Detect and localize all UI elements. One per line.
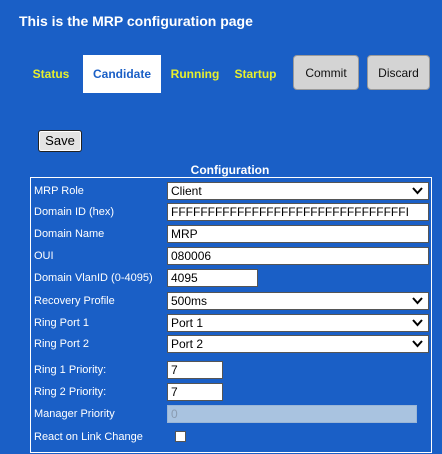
row-ring-port-1: Ring Port 1 Port 1 <box>31 314 431 335</box>
ring-1-priority-label: Ring 1 Priority: <box>34 364 107 376</box>
row-domain-vlan: Domain VlanID (0-4095) 4095 <box>31 269 431 290</box>
ring-port-2-value: Port 2 <box>171 337 204 351</box>
commit-button[interactable]: Commit <box>293 55 359 90</box>
ring-2-priority-label: Ring 2 Priority: <box>34 386 107 398</box>
chevron-down-icon <box>412 187 423 195</box>
mrp-role-value: Client <box>171 184 202 198</box>
react-on-link-change-checkbox[interactable] <box>175 431 186 442</box>
configuration-table: MRP Role Client Domain ID (hex) FFFFFFFF… <box>30 177 432 453</box>
oui-input[interactable]: 080006 <box>167 247 429 265</box>
mrp-role-select[interactable]: Client <box>167 182 429 200</box>
row-manager-priority: Manager Priority 0 <box>31 405 431 426</box>
recovery-profile-select[interactable]: 500ms <box>167 292 429 310</box>
ring-port-2-select[interactable]: Port 2 <box>167 335 429 353</box>
domain-vlan-label: Domain VlanID (0-4095) <box>34 272 153 284</box>
ring-port-1-label: Ring Port 1 <box>34 317 90 329</box>
react-on-link-change-label: React on Link Change <box>34 431 143 443</box>
ring-port-2-label: Ring Port 2 <box>34 338 90 350</box>
row-domain-name: Domain Name MRP <box>31 225 431 246</box>
manager-priority-input: 0 <box>167 405 417 423</box>
discard-button[interactable]: Discard <box>367 55 430 90</box>
tab-running[interactable]: Running <box>170 55 220 93</box>
ring-port-1-value: Port 1 <box>171 316 204 330</box>
domain-vlan-input[interactable]: 4095 <box>167 269 258 287</box>
recovery-profile-label: Recovery Profile <box>34 295 115 307</box>
tab-status[interactable]: Status <box>30 55 72 93</box>
domain-name-label: Domain Name <box>34 228 105 240</box>
ring-1-priority-input[interactable]: 7 <box>167 361 223 379</box>
page-title: This is the MRP configuration page <box>19 13 253 29</box>
tab-candidate[interactable]: Candidate <box>83 55 161 93</box>
ring-port-1-select[interactable]: Port 1 <box>167 314 429 332</box>
tab-startup[interactable]: Startup <box>233 55 278 93</box>
row-recovery-profile: Recovery Profile 500ms <box>31 292 431 313</box>
chevron-down-icon <box>412 297 423 305</box>
row-ring-2-priority: Ring 2 Priority: 7 <box>31 383 431 404</box>
row-mrp-role: MRP Role Client <box>31 182 431 203</box>
configuration-title: Configuration <box>190 163 270 177</box>
mrp-role-label: MRP Role <box>34 185 84 197</box>
manager-priority-label: Manager Priority <box>34 408 115 420</box>
recovery-profile-value: 500ms <box>171 294 208 308</box>
chevron-down-icon <box>412 340 423 348</box>
save-button[interactable]: Save <box>38 130 82 152</box>
row-oui: OUI 080006 <box>31 247 431 268</box>
chevron-down-icon <box>412 319 423 327</box>
domain-id-label: Domain ID (hex) <box>34 206 115 218</box>
domain-name-input[interactable]: MRP <box>167 225 429 243</box>
oui-label: OUI <box>34 250 54 262</box>
row-ring-port-2: Ring Port 2 Port 2 <box>31 335 431 356</box>
row-domain-id: Domain ID (hex) FFFFFFFFFFFFFFFFFFFFFFFF… <box>31 203 431 224</box>
ring-2-priority-input[interactable]: 7 <box>167 383 223 401</box>
row-ring-1-priority: Ring 1 Priority: 7 <box>31 361 431 382</box>
domain-id-input[interactable]: FFFFFFFFFFFFFFFFFFFFFFFFFFFFFFFFI <box>167 203 429 221</box>
row-react-on-link-change: React on Link Change <box>31 428 431 449</box>
